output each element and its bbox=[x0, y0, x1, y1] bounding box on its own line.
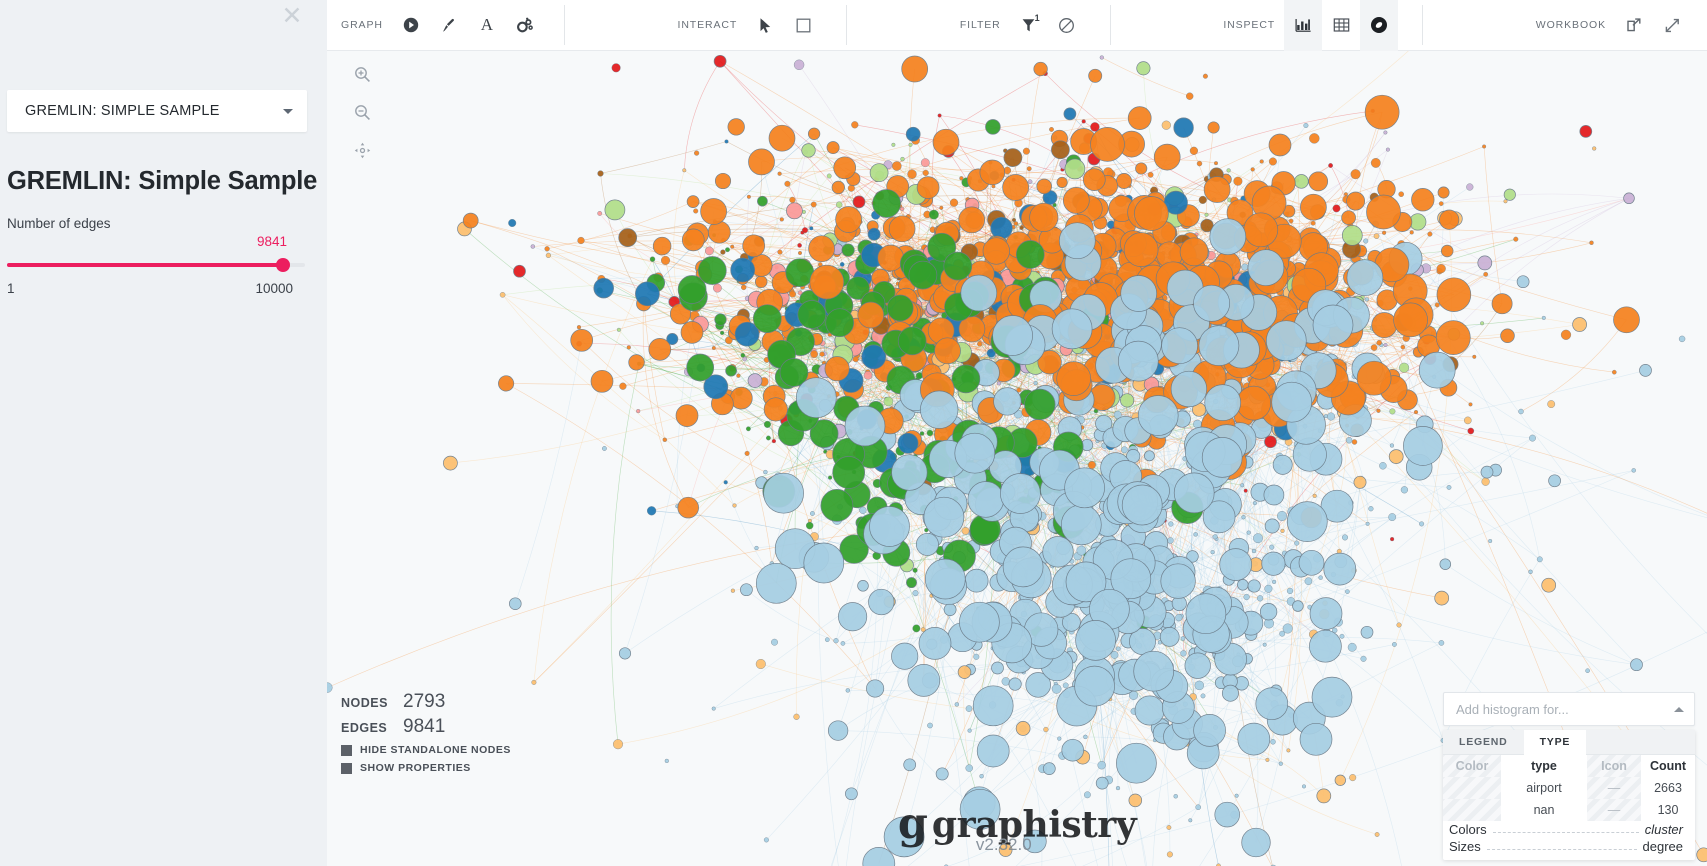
encoding-colors-row[interactable]: Colors cluster bbox=[1443, 821, 1695, 838]
cursor-pointer-icon[interactable] bbox=[746, 5, 784, 45]
encoding-sizes-label: Sizes bbox=[1449, 839, 1481, 854]
text-label-icon[interactable]: A bbox=[468, 5, 506, 45]
add-histogram-input[interactable] bbox=[1456, 701, 1674, 717]
center-view-icon[interactable] bbox=[347, 135, 377, 165]
toolbar-label-filter: FILTER bbox=[959, 19, 1001, 31]
zoom-controls bbox=[347, 59, 377, 173]
toolbar-group-graph: GRAPH A bbox=[341, 0, 544, 51]
stat-nodes-label: NODES bbox=[341, 696, 388, 710]
legend-header-color: Color bbox=[1443, 755, 1501, 777]
toolbar-group-filter: FILTER 1 bbox=[960, 0, 1086, 51]
edge-slider-fill bbox=[7, 263, 283, 267]
fullscreen-expand-icon[interactable] bbox=[1653, 5, 1691, 45]
dataset-select-value: GREMLIN: SIMPLE SAMPLE bbox=[25, 103, 220, 119]
legend-cell-type: airport bbox=[1526, 781, 1562, 795]
stat-edges-label: EDGES bbox=[341, 721, 388, 735]
legend-header-count: Count bbox=[1649, 759, 1687, 773]
edge-slider-label: Number of edges bbox=[7, 216, 111, 231]
graph-stats: NODES 2793 EDGES 9841 HIDE STANDALONE NO… bbox=[341, 691, 511, 774]
chevron-down-icon bbox=[283, 108, 293, 114]
toolbar-divider-2 bbox=[846, 5, 848, 45]
toggle-show-properties[interactable]: SHOW PROPERTIES bbox=[341, 762, 511, 774]
add-histogram-field[interactable] bbox=[1443, 692, 1695, 726]
table-row[interactable]: nan — 130 bbox=[1443, 799, 1695, 821]
toolbar-divider-3 bbox=[1109, 5, 1111, 45]
legend-cell-type: nan bbox=[1533, 803, 1555, 817]
legend-tabs-filler bbox=[1586, 730, 1695, 755]
settings-gear-icon[interactable] bbox=[506, 5, 544, 45]
paintbrush-icon[interactable] bbox=[430, 5, 468, 45]
stat-edges: EDGES 9841 bbox=[341, 716, 511, 738]
marquee-select-icon[interactable] bbox=[784, 5, 822, 45]
edge-slider-min: 1 bbox=[7, 281, 15, 296]
toggle-show-properties-label: SHOW PROPERTIES bbox=[360, 762, 471, 774]
filter-count-badge: 1 bbox=[1034, 13, 1040, 23]
edge-slider-max: 10000 bbox=[255, 281, 293, 296]
legend-table: Color type Icon Count airport — 2663 nan… bbox=[1443, 755, 1695, 821]
encoding-colors-value: cluster bbox=[1644, 822, 1683, 837]
legend-header-type: type bbox=[1531, 759, 1557, 773]
external-link-icon[interactable] bbox=[1615, 5, 1653, 45]
checkbox-icon bbox=[341, 762, 352, 774]
close-icon[interactable]: ✕ bbox=[279, 3, 305, 29]
toolbar-group-interact: INTERACT bbox=[678, 0, 823, 51]
legend-cell-icon: — bbox=[1587, 777, 1641, 799]
exclusion-icon[interactable] bbox=[1048, 5, 1086, 45]
legend-cell-count: 2663 bbox=[1654, 781, 1682, 795]
legend-cell-color bbox=[1443, 799, 1501, 821]
stat-nodes-value: 2793 bbox=[403, 691, 446, 712]
tab-type[interactable]: TYPE bbox=[1523, 730, 1587, 755]
toggle-hide-standalone-nodes[interactable]: HIDE STANDALONE NODES bbox=[341, 744, 511, 756]
zoom-out-icon[interactable] bbox=[347, 97, 377, 127]
legend-tabs: LEGEND TYPE bbox=[1443, 730, 1695, 755]
toolbar-label-graph: GRAPH bbox=[341, 19, 383, 31]
legend-header-icon: Icon bbox=[1587, 755, 1641, 777]
tab-legend[interactable]: LEGEND bbox=[1443, 730, 1524, 755]
checkbox-icon bbox=[341, 744, 352, 756]
toolbar-label-inspect: INSPECT bbox=[1223, 19, 1276, 31]
encoding-sizes-row[interactable]: Sizes degree bbox=[1443, 838, 1695, 855]
edge-slider-thumb[interactable] bbox=[276, 258, 291, 272]
stat-edges-value: 9841 bbox=[403, 716, 446, 737]
filter-funnel-icon[interactable]: 1 bbox=[1010, 5, 1048, 45]
edge-slider-track[interactable] bbox=[7, 263, 305, 267]
leader-dots bbox=[1486, 840, 1637, 850]
table-row[interactable]: airport — 2663 bbox=[1443, 777, 1695, 799]
edge-slider-value: 9841 bbox=[256, 234, 287, 249]
play-pause-icon[interactable] bbox=[392, 5, 430, 45]
encoding-sizes-value: degree bbox=[1642, 839, 1683, 854]
legend-cell-icon: — bbox=[1587, 799, 1641, 821]
legend-table-header-row: Color type Icon Count bbox=[1443, 755, 1695, 777]
graph-canvas[interactable]: NODES 2793 EDGES 9841 HIDE STANDALONE NO… bbox=[327, 51, 1707, 866]
encoding-colors-label: Colors bbox=[1449, 822, 1487, 837]
leader-dots bbox=[1492, 823, 1639, 833]
toolbar-divider-4 bbox=[1422, 5, 1424, 45]
left-sidebar: ✕ GREMLIN: SIMPLE SAMPLE GREMLIN: Simple… bbox=[0, 0, 327, 866]
legend-cell-color bbox=[1443, 777, 1501, 799]
top-toolbar: GRAPH A INTERACT FILTER 1 INSPECT WORKBO… bbox=[327, 0, 1707, 51]
chevron-up-icon[interactable] bbox=[1674, 706, 1684, 712]
legend-card: LEGEND TYPE Color type Icon Count airpor… bbox=[1443, 730, 1695, 860]
dataset-select[interactable]: GREMLIN: SIMPLE SAMPLE bbox=[7, 90, 307, 132]
toolbar-divider-1 bbox=[563, 5, 565, 45]
main-area: GRAPH A INTERACT FILTER 1 INSPECT WORKBO… bbox=[327, 0, 1707, 866]
toolbar-group-inspect: INSPECT bbox=[1223, 0, 1399, 51]
legend-panel: LEGEND TYPE Color type Icon Count bbox=[1443, 692, 1695, 860]
toolbar-group-workbook: WORKBOOK bbox=[1536, 0, 1691, 51]
stat-nodes: NODES 2793 bbox=[341, 691, 511, 713]
legend-cell-count: 130 bbox=[1657, 803, 1679, 817]
toolbar-label-workbook: WORKBOOK bbox=[1535, 19, 1606, 31]
toolbar-label-interact: INTERACT bbox=[677, 19, 738, 31]
page-title: GREMLIN: Simple Sample bbox=[7, 167, 318, 195]
data-table-icon[interactable] bbox=[1322, 5, 1360, 45]
legend-toggle-icon[interactable] bbox=[1360, 0, 1399, 51]
histogram-icon[interactable] bbox=[1284, 0, 1323, 51]
zoom-in-icon[interactable] bbox=[347, 59, 377, 89]
graphistry-app: ✕ GREMLIN: SIMPLE SAMPLE GREMLIN: Simple… bbox=[0, 0, 1707, 866]
toggle-hide-standalone-nodes-label: HIDE STANDALONE NODES bbox=[360, 744, 511, 756]
